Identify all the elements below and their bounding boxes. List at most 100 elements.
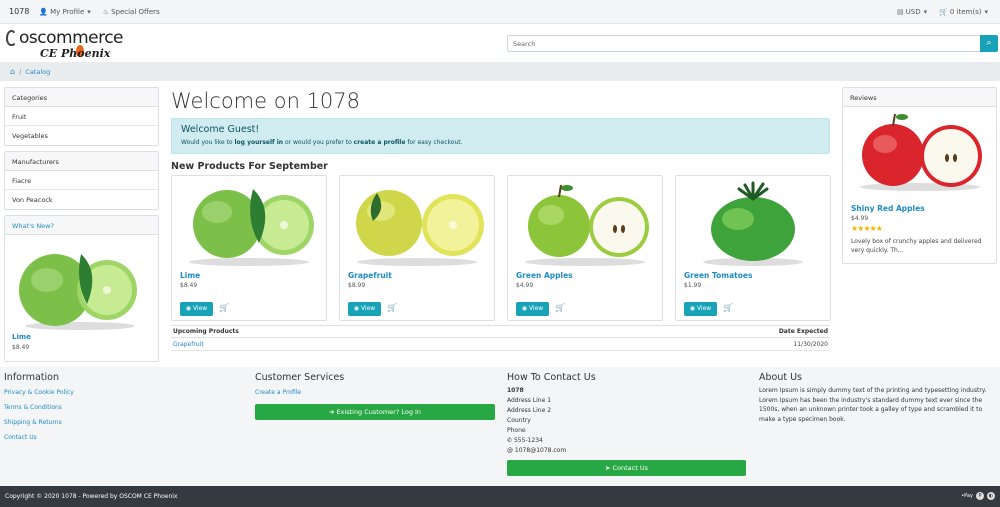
view-button[interactable]: ◉ View bbox=[516, 302, 549, 316]
logo-text: oscommerce bbox=[19, 28, 124, 48]
product-image-grapefruit[interactable] bbox=[347, 179, 487, 267]
home-icon[interactable]: ⌂ bbox=[10, 67, 15, 76]
product-name[interactable]: Lime bbox=[180, 271, 200, 280]
whats-new-product-image[interactable] bbox=[15, 242, 140, 332]
search-icon: ⌕ bbox=[986, 38, 992, 48]
eye-icon: ◉ bbox=[353, 305, 361, 312]
welcome-text: Would you like to log yourself in or wou… bbox=[181, 139, 463, 146]
upcoming-products-table: Upcoming Products Date Expected Grapefrui… bbox=[171, 325, 830, 351]
privacy-link[interactable]: Privacy & Cookie Policy bbox=[4, 389, 244, 396]
money-icon: ▤ bbox=[897, 8, 904, 16]
breadcrumb-separator: / bbox=[19, 67, 22, 76]
product-price: $1.99 bbox=[684, 282, 702, 289]
whats-new-product-name[interactable]: Lime bbox=[12, 333, 31, 341]
product-image-green-apples[interactable] bbox=[515, 179, 655, 267]
contact-us-button[interactable]: ➤ Contact Us bbox=[507, 460, 746, 476]
footer-customer-services: Customer Services Create a Profile ➜ Exi… bbox=[255, 372, 495, 420]
reviews-box: Reviews Shiny Red Apples $4.99 ★★★★★ Lov… bbox=[842, 87, 997, 264]
category-item-fruit[interactable]: Fruit bbox=[5, 107, 158, 126]
shipping-link[interactable]: Shipping & Returns bbox=[4, 419, 244, 426]
review-product-image[interactable] bbox=[855, 110, 985, 192]
about-text: Lorem Ipsum is simply dummy text of the … bbox=[759, 387, 987, 423]
terms-link[interactable]: Terms & Conditions bbox=[4, 404, 244, 411]
new-products-title: New Products For September bbox=[171, 161, 328, 172]
contact-link[interactable]: Contact Us bbox=[4, 434, 244, 441]
table-row: Grapefruit 11/30/2020 bbox=[171, 338, 830, 351]
view-button[interactable]: ◉ View bbox=[684, 302, 717, 316]
welcome-alert: Welcome Guest! Would you like to log you… bbox=[171, 118, 830, 154]
product-image-green-tomatoes[interactable] bbox=[683, 179, 823, 267]
add-to-cart-icon[interactable]: 🛒 bbox=[219, 303, 229, 312]
view-button[interactable]: ◉ View bbox=[348, 302, 381, 316]
contact-name: 1078 bbox=[507, 387, 524, 394]
search-input[interactable]: Search bbox=[507, 35, 981, 52]
currency-menu[interactable]: ▤ USD ▾ bbox=[897, 8, 929, 16]
whats-new-title[interactable]: What's New? bbox=[5, 216, 158, 235]
whats-new-box: What's New? Lime $8.49 bbox=[4, 215, 159, 362]
breadcrumb-catalog[interactable]: Catalog bbox=[25, 68, 50, 76]
table-header: Upcoming Products Date Expected bbox=[171, 325, 830, 338]
add-to-cart-icon[interactable]: 🛒 bbox=[387, 303, 397, 312]
contact-phone: ✆ 555-1234 bbox=[507, 437, 543, 444]
review-text: Lovely box of crunchy apples and deliver… bbox=[851, 238, 982, 254]
copyright-text: Copyright © 2020 1078 - Powered by OSCOM… bbox=[5, 493, 178, 500]
product-card: Green Apples $4.99 ◉ View 🛒 bbox=[507, 175, 663, 321]
whats-new-product-price: $8.49 bbox=[12, 344, 30, 351]
shopping-cart-icon: 🛒 bbox=[939, 8, 948, 16]
user-icon: 👤 bbox=[39, 7, 49, 16]
store-logo[interactable]: oscommerce CE Phoenix bbox=[6, 27, 126, 61]
eye-icon: ◉ bbox=[521, 305, 529, 312]
breadcrumb: ⌂ / Catalog bbox=[0, 62, 1000, 81]
caret-down-icon: ▾ bbox=[923, 8, 928, 16]
view-button[interactable]: ◉ View bbox=[180, 302, 213, 316]
product-name[interactable]: Green Tomatoes bbox=[684, 271, 752, 280]
login-link[interactable]: log yourself in bbox=[235, 139, 284, 146]
paypal-icon: P bbox=[976, 492, 984, 500]
product-price: $8.49 bbox=[180, 282, 198, 289]
footer-about: About Us Lorem Ipsum is simply dummy tex… bbox=[759, 372, 995, 424]
product-card: Green Tomatoes $1.99 ◉ View 🛒 bbox=[675, 175, 831, 321]
copyright-bar: Copyright © 2020 1078 - Powered by OSCOM… bbox=[0, 486, 1000, 507]
rating-stars-icon: ★★★★★ bbox=[851, 224, 883, 233]
eye-icon: ◉ bbox=[689, 305, 697, 312]
product-name[interactable]: Green Apples bbox=[516, 271, 573, 280]
welcome-heading: Welcome Guest! bbox=[181, 124, 260, 135]
footer-customer-services-title: Customer Services bbox=[255, 372, 345, 383]
special-offers-link[interactable]: ♨ Special Offers bbox=[103, 8, 160, 16]
page-title: Welcome on 1078 bbox=[171, 89, 361, 113]
review-product-name[interactable]: Shiny Red Apples bbox=[851, 204, 925, 213]
my-profile-menu[interactable]: 👤 My Profile ▾ bbox=[39, 8, 92, 16]
categories-box: Categories Fruit Vegetables bbox=[4, 87, 159, 146]
at-icon: @ bbox=[507, 447, 515, 454]
product-card: Lime $8.49 ◉ View 🛒 bbox=[171, 175, 327, 321]
footer: Information Privacy & Cookie Policy Term… bbox=[0, 367, 1000, 486]
search-button[interactable]: ⌕ bbox=[980, 35, 998, 52]
add-to-cart-icon[interactable]: 🛒 bbox=[555, 303, 565, 312]
store-brand[interactable]: 1078 bbox=[9, 7, 29, 16]
product-image-lime[interactable] bbox=[179, 179, 319, 267]
category-item-vegetables[interactable]: Vegetables bbox=[5, 126, 158, 145]
footer-information: Information Privacy & Cookie Policy Term… bbox=[4, 372, 244, 449]
product-price: $8.99 bbox=[348, 282, 366, 289]
cart-menu[interactable]: 🛒 0 item(s) ▾ bbox=[939, 8, 990, 16]
upcoming-product-link[interactable]: Grapefruit bbox=[173, 341, 204, 348]
add-to-cart-icon[interactable]: 🛒 bbox=[723, 303, 733, 312]
address-line: Address Line 2 bbox=[507, 407, 552, 414]
create-profile-link[interactable]: create a profile bbox=[354, 139, 406, 146]
footer-about-title: About Us bbox=[759, 372, 803, 383]
login-button[interactable]: ➜ Existing Customer? Log In bbox=[255, 404, 495, 420]
reviews-title: Reviews bbox=[843, 88, 996, 107]
caret-down-icon: ▾ bbox=[984, 8, 988, 16]
caret-down-icon: ▾ bbox=[87, 7, 91, 16]
card-icon: ◐ bbox=[987, 492, 995, 500]
payment-icons: •Pay P ◐ bbox=[961, 492, 995, 500]
logo-subtext: CE Phoenix bbox=[40, 47, 111, 60]
manufacturers-box: Manufacturers Fiacre Von Peacock bbox=[4, 151, 159, 210]
header: oscommerce CE Phoenix Search ⌕ bbox=[0, 24, 1000, 62]
manufacturer-item-fiacre[interactable]: Fiacre bbox=[5, 171, 158, 190]
create-profile-link[interactable]: Create a Profile bbox=[255, 389, 495, 396]
fire-icon: ♨ bbox=[102, 7, 110, 16]
manufacturer-item-von-peacock[interactable]: Von Peacock bbox=[5, 190, 158, 209]
product-name[interactable]: Grapefruit bbox=[348, 271, 392, 280]
address-line: Phone bbox=[507, 427, 526, 434]
